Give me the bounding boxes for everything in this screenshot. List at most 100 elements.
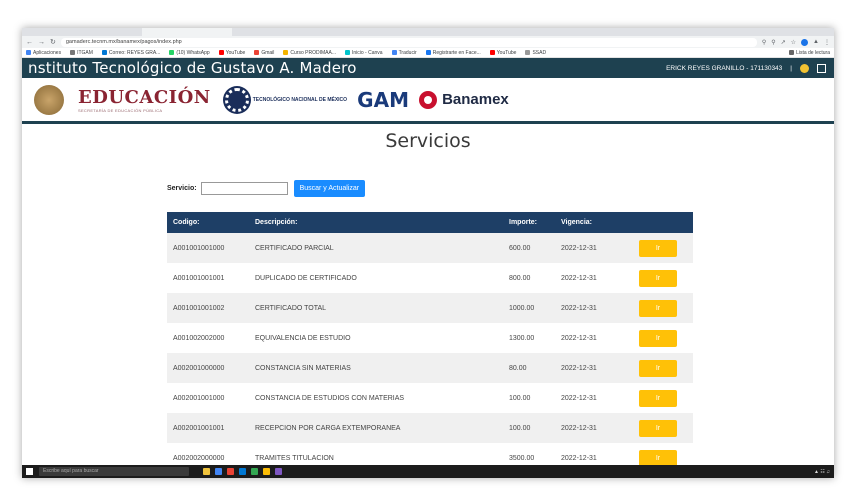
cell-action: Ir [633,293,693,323]
mexico-seal-icon [34,84,64,115]
main-content: Servicios Servicio: Buscar y Actualizar … [22,124,834,473]
logout-icon[interactable] [817,63,826,73]
go-button[interactable]: Ir [639,449,677,467]
app-icon[interactable] [227,468,234,475]
cell-code: A001001001002 [173,304,225,312]
cell-description: CERTIFICADO PARCIAL [255,244,334,252]
back-icon[interactable]: ← [26,39,33,46]
bookmark-item[interactable]: Registrarte en Face... [425,50,481,56]
chrome-icon[interactable] [215,468,222,475]
cell-code: A001001001001 [173,274,225,282]
search-input[interactable] [200,182,288,195]
header-code: Codigo: [173,219,200,226]
cell-action: Ir [633,263,693,293]
facebook-icon [425,50,431,55]
bookmark-item[interactable]: (10) WhatsApp [169,50,210,56]
bookmark-item[interactable]: Aplicaciones [26,50,61,56]
bookmark-item[interactable]: YouTube [218,50,245,56]
browser-window: ← → ↻ gamaderc.tecnm.mx/banamex/pagos/in… [22,28,834,478]
star-icon[interactable]: ☆ [791,39,796,46]
gam-logo: GAM [357,87,409,112]
cell-validity: 2022-12-31 [561,334,597,342]
cell-amount: 1000.00 [509,304,535,312]
cell-validity: 2022-12-31 [561,304,597,312]
cell-validity: 2022-12-31 [561,244,597,252]
edge-icon[interactable] [239,468,246,475]
extensions-icon[interactable]: ▲ [813,39,819,45]
cell-amount: 600.00 [509,244,531,252]
table-row: A001001001002 CERTIFICADO TOTAL 1000.00 … [167,293,693,323]
app-icon[interactable] [251,468,258,475]
search-row: Servicio: Buscar y Actualizar [167,180,366,197]
cell-action: Ir [633,323,693,353]
cell-description: DUPLICADO DE CERTIFICADO [255,274,357,282]
cell-action: Ir [633,413,693,443]
cell-validity: 2022-12-31 [561,364,597,372]
bookmark-item[interactable]: SSAD [525,50,546,56]
user-icon[interactable] [800,63,809,73]
forward-icon[interactable]: → [38,39,45,46]
cell-code: A002001001001 [173,424,225,432]
bookmark-item[interactable]: Inicio - Canva [344,50,383,56]
tecnm-logo: TECNOLÓGICO NACIONAL DE MÉXICO [224,87,347,112]
cell-action: Ir [633,383,693,413]
site-header: nstituto Tecnológico de Gustavo A. Mader… [22,58,834,78]
site-title: nstituto Tecnológico de Gustavo A. Mader… [28,59,357,77]
table-header-row: Codigo: Descripción: Importe: Vigencia: [167,212,693,233]
banamex-logo: Banamex [419,90,509,109]
cell-code: A002001001000 [173,394,225,402]
header-action [633,212,693,233]
tab-strip [22,28,834,36]
go-button[interactable]: Ir [639,389,677,407]
bookmark-item[interactable]: Traducir [391,50,417,56]
cell-amount: 100.00 [509,394,531,402]
cell-amount: 800.00 [509,274,531,282]
go-button[interactable]: Ir [639,269,677,287]
share-icon[interactable]: ↗ [781,39,786,46]
browser-tab[interactable] [142,28,232,36]
user-area: ERICK REYES GRANILLO - 171130343 | [666,63,826,73]
translate-icon [391,50,397,55]
reading-list[interactable]: Lista de lectura [789,50,830,56]
reload-icon[interactable]: ↻ [50,38,56,46]
taskbar: Escribe aquí para buscar ▲ ☷ ♫ [22,465,834,478]
go-button[interactable]: Ir [639,239,677,257]
table-row: A001001001001 DUPLICADO DE CERTIFICADO 8… [167,263,693,293]
bookmark-item[interactable]: Gmail [254,50,274,56]
page-icon [525,50,531,55]
go-button[interactable]: Ir [639,419,677,437]
bookmark-item[interactable]: ITGAM [70,50,93,56]
bookmark-item[interactable]: Curso PRODIMAA... [283,50,336,56]
app-icon[interactable] [263,468,270,475]
header-amount: Importe: [509,219,537,226]
bookmarks-bar: Aplicaciones ITGAM Correo: REYES GRA... … [22,48,834,58]
go-button[interactable]: Ir [639,329,677,347]
table-row: A002001001001 RECEPCION POR CARGA EXTEMP… [167,413,693,443]
app-icon[interactable] [275,468,282,475]
profile-icon[interactable] [801,38,809,46]
search-button[interactable]: Buscar y Actualizar [293,180,366,197]
windows-start-icon[interactable] [26,468,33,475]
menu-icon[interactable]: ⋮ [824,39,830,46]
cell-validity: 2022-12-31 [561,424,597,432]
bookmark-item[interactable]: YouTube [489,50,516,56]
taskbar-search[interactable]: Escribe aquí para buscar [39,467,189,476]
go-button[interactable]: Ir [639,299,677,317]
outlook-icon [101,50,107,55]
gear-icon [224,87,249,112]
cell-amount: 100.00 [509,424,531,432]
logo-bar: EDUCACIÓN SECRETARÍA DE EDUCACIÓN PÚBLIC… [22,78,834,124]
bookmark-item[interactable]: Correo: REYES GRA... [101,50,160,56]
cell-description: CERTIFICADO TOTAL [255,304,327,312]
url-field[interactable]: gamaderc.tecnm.mx/banamex/pagos/index.ph… [60,37,757,47]
go-button[interactable]: Ir [639,359,677,377]
key-icon[interactable]: ⚲ [762,39,766,46]
file-explorer-icon[interactable] [203,468,210,475]
cell-action: Ir [633,233,693,263]
cell-code: A001001001000 [173,244,225,252]
table-row: A002001001000 CONSTANCIA DE ESTUDIOS CON… [167,383,693,413]
zoom-icon[interactable]: ⚲ [771,39,775,46]
cell-validity: 2022-12-31 [561,274,597,282]
page-title: Servicios [385,130,471,152]
reading-list-icon [789,50,795,55]
